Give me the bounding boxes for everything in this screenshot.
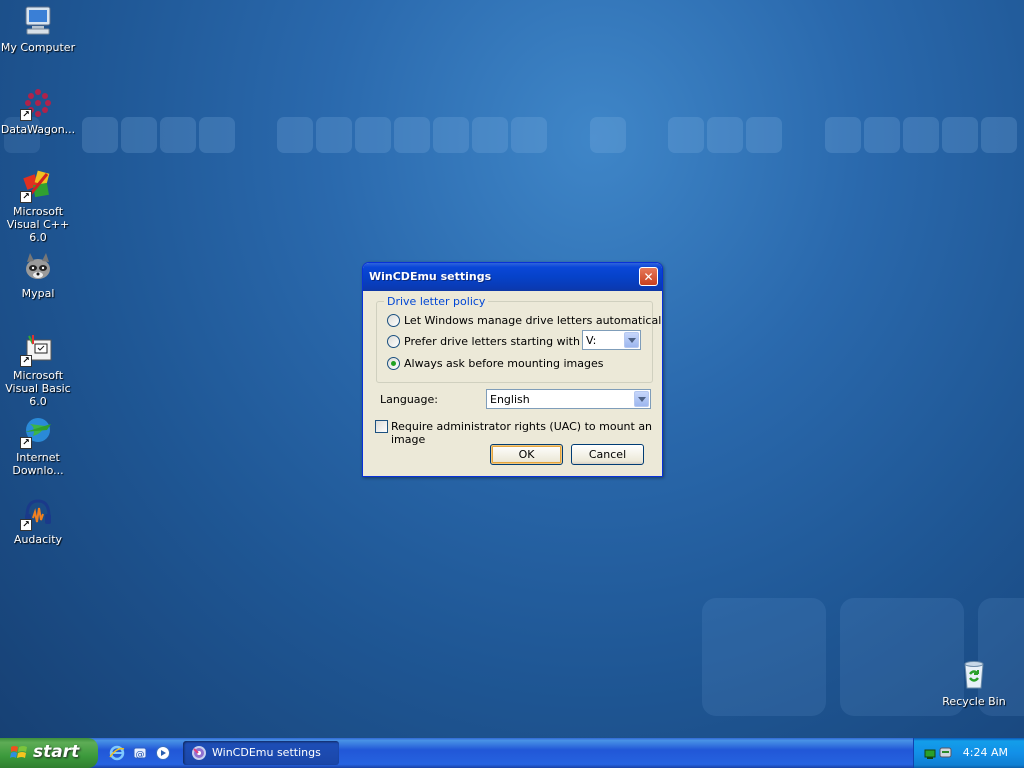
- uac-checkbox-label[interactable]: Require administrator rights (UAC) to mo…: [391, 420, 659, 446]
- recycle-bin-icon: [957, 658, 991, 692]
- close-button[interactable]: ✕: [639, 267, 658, 286]
- wincdemu-settings-dialog: WinCDEmu settings ✕ Drive letter policy …: [362, 262, 663, 477]
- language-label: Language:: [380, 393, 438, 406]
- language-value: English: [490, 393, 530, 406]
- radio-always-ask[interactable]: Always ask before mounting images: [387, 355, 604, 371]
- ie-icon[interactable]: [109, 745, 125, 761]
- radio-prefer-letters[interactable]: Prefer drive letters starting with: [387, 333, 580, 349]
- visual-basic-icon: ↗: [20, 332, 55, 367]
- network-icon[interactable]: [924, 745, 954, 761]
- desktop-icon-my-computer[interactable]: My Computer: [0, 4, 76, 54]
- desktop-icon-visual-basic[interactable]: ↗ Microsoft Visual Basic 6.0: [0, 332, 76, 408]
- shortcut-arrow-icon: ↗: [20, 519, 32, 531]
- desktop-icon-label: Recycle Bin: [942, 695, 1006, 708]
- shortcut-arrow-icon: ↗: [20, 191, 32, 203]
- desktop-icon-label: Mypal: [21, 287, 55, 300]
- start-button[interactable]: start: [0, 738, 98, 768]
- visual-cpp-icon: ↗: [20, 168, 55, 203]
- radio-button[interactable]: [387, 334, 400, 348]
- datawagon-icon: ↗: [20, 86, 55, 121]
- desktop-icon-label: Microsoft Visual Basic 6.0: [5, 369, 71, 408]
- headphones-icon: ↗: [20, 496, 55, 531]
- desktop-icon-mypal[interactable]: Mypal: [0, 250, 76, 300]
- desktop-icon-internet-download[interactable]: ↗ Internet Downlo...: [0, 414, 76, 477]
- desktop-icon-label: Audacity: [13, 533, 63, 546]
- cancel-button[interactable]: Cancel: [571, 444, 644, 465]
- desktop-icon-visual-cpp[interactable]: ↗ Microsoft Visual C++ 6.0: [0, 168, 76, 244]
- radio-button[interactable]: [387, 313, 400, 327]
- dialog-titlebar[interactable]: WinCDEmu settings ✕: [363, 263, 662, 291]
- chevron-down-icon[interactable]: [634, 391, 649, 407]
- chevron-down-icon[interactable]: [624, 332, 639, 348]
- media-player-icon[interactable]: [155, 745, 171, 761]
- radio-manage-automatically[interactable]: Let Windows manage drive letters automat…: [387, 312, 663, 328]
- radio-label: Let Windows manage drive letters automat…: [404, 313, 663, 327]
- desktop-icon-label: DataWagon...: [0, 123, 76, 136]
- taskbar: start @ WinCDEmu settings 4:24 AM: [0, 738, 1024, 768]
- wincdemu-icon: [191, 745, 207, 761]
- windows-logo-icon: [10, 744, 28, 762]
- clock[interactable]: 4:24 AM: [963, 746, 1008, 759]
- shortcut-arrow-icon: ↗: [20, 355, 32, 367]
- close-icon: ✕: [643, 270, 654, 284]
- start-label: start: [33, 742, 80, 762]
- radio-label: Always ask before mounting images: [404, 356, 604, 370]
- dialog-body: Drive letter policy Let Windows manage d…: [366, 291, 662, 473]
- drive-letter-value: V:: [586, 334, 597, 347]
- drive-letter-select[interactable]: V:: [582, 330, 641, 350]
- group-legend: Drive letter policy: [384, 295, 489, 308]
- shortcut-arrow-icon: ↗: [20, 437, 32, 449]
- radio-label: Prefer drive letters starting with: [404, 334, 580, 348]
- ok-button[interactable]: OK: [490, 444, 563, 465]
- taskbar-item-wincdemu[interactable]: WinCDEmu settings: [183, 741, 339, 765]
- computer-icon: [21, 4, 55, 38]
- desktop-icon-audacity[interactable]: ↗ Audacity: [0, 496, 76, 546]
- outlook-icon[interactable]: @: [132, 745, 148, 761]
- globe-download-icon: ↗: [20, 414, 55, 449]
- shortcut-arrow-icon: ↗: [20, 109, 32, 121]
- dialog-title: WinCDEmu settings: [369, 270, 492, 283]
- drive-letter-policy-group: Drive letter policy Let Windows manage d…: [376, 295, 662, 383]
- uac-checkbox[interactable]: [375, 420, 388, 433]
- desktop-icon-datawagon[interactable]: ↗ DataWagon...: [0, 86, 76, 136]
- desktop-icon-label: Microsoft Visual C++ 6.0: [6, 205, 70, 244]
- radio-button-checked[interactable]: [387, 356, 400, 370]
- language-select[interactable]: English: [486, 389, 651, 409]
- desktop-icon-recycle-bin[interactable]: Recycle Bin: [936, 658, 1012, 708]
- system-tray: 4:24 AM: [913, 738, 1024, 768]
- desktop-icon-label: Internet Downlo...: [12, 451, 64, 477]
- svg-text:@: @: [136, 750, 145, 760]
- raccoon-icon: [21, 250, 55, 284]
- taskbar-item-label: WinCDEmu settings: [212, 746, 321, 759]
- desktop-icon-label: My Computer: [0, 41, 76, 54]
